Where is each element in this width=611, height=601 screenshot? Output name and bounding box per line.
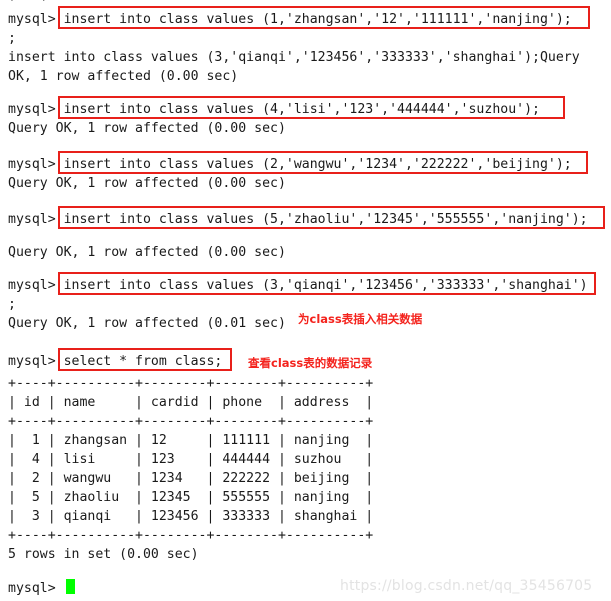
command-insert-qianqi: insert into class values (3,'qianqi','12… — [55, 278, 588, 293]
row-count-status: 5 rows in set (0.00 sec) — [8, 547, 199, 562]
table-row: | 4 | lisi | 123 | 444444 | suzhou | — [8, 452, 374, 467]
prompt-label: mysql> — [8, 12, 56, 27]
table-row: | 2 | wangwu | 1234 | 222222 | beijing | — [8, 471, 374, 486]
output-line-semicolon-2: ; — [8, 297, 16, 312]
output-line-ok-3: Query OK, 1 row affected (0.00 sec) — [8, 176, 286, 191]
annotation-view-records: 查看class表的数据记录 — [248, 356, 373, 370]
command-insert-zhaoliu: insert into class values (5,'zhaoliu','1… — [55, 212, 588, 227]
output-line-ok-4: Query OK, 1 row affected (0.00 sec) — [8, 245, 286, 260]
prompt-line-6: mysql> select * from class; — [8, 352, 222, 371]
output-line-semicolon-1: ; — [8, 31, 16, 46]
terminal-cursor[interactable] — [66, 579, 75, 594]
prompt-label: mysql> — [8, 354, 56, 369]
annotation-insert-data: 为class表插入相关数据 — [298, 312, 423, 326]
table-row: | 3 | qianqi | 123456 | 333333 | shangha… — [8, 509, 374, 524]
output-line-ok-2: Query OK, 1 row affected (0.00 sec) — [8, 121, 286, 136]
output-line-echo-qianqi: insert into class values (3,'qianqi','12… — [8, 50, 580, 65]
command-insert-zhangsan: insert into class values (1,'zhangsan','… — [55, 12, 572, 27]
prompt-line-4: mysql> insert into class values (5,'zhao… — [8, 210, 588, 229]
prompt-line-1: mysql> insert into class values (1,'zhan… — [8, 10, 572, 29]
command-select-class: select * from class; — [55, 354, 223, 369]
watermark: https://blog.csdn.net/qq_35456705 — [340, 578, 593, 594]
prompt-label: mysql> — [8, 102, 56, 117]
terminal-window[interactable]: ', ' mysql> insert into class values (1,… — [0, 0, 611, 601]
prompt-label: mysql> — [8, 157, 56, 172]
command-insert-wangwu: insert into class values (2,'wangwu','12… — [55, 157, 572, 172]
table-border-mid: +----+----------+--------+--------+-----… — [8, 414, 374, 429]
prompt-label: mysql> — [8, 278, 56, 293]
output-line-ok-1: OK, 1 row affected (0.00 sec) — [8, 69, 239, 84]
table-row: | 5 | zhaoliu | 12345 | 555555 | nanjing… — [8, 490, 374, 505]
prompt-line-2: mysql> insert into class values (4,'lisi… — [8, 100, 540, 119]
prompt-line-5: mysql> insert into class values (3,'qian… — [8, 276, 588, 295]
clipped-top-line: ', ' — [8, 0, 48, 1]
command-insert-lisi: insert into class values (4,'lisi','123'… — [55, 102, 540, 117]
prompt-label: mysql> — [8, 212, 56, 227]
table-row: | 1 | zhangsan | 12 | 111111 | nanjing | — [8, 433, 374, 448]
table-header-row: | id | name | cardid | phone | address | — [8, 395, 374, 410]
prompt-line-final: mysql> — [8, 581, 56, 596]
prompt-line-3: mysql> insert into class values (2,'wang… — [8, 155, 572, 174]
table-border-top: +----+----------+--------+--------+-----… — [8, 376, 374, 391]
table-border-bottom: +----+----------+--------+--------+-----… — [8, 528, 374, 543]
output-line-ok-5: Query OK, 1 row affected (0.01 sec) — [8, 316, 286, 331]
